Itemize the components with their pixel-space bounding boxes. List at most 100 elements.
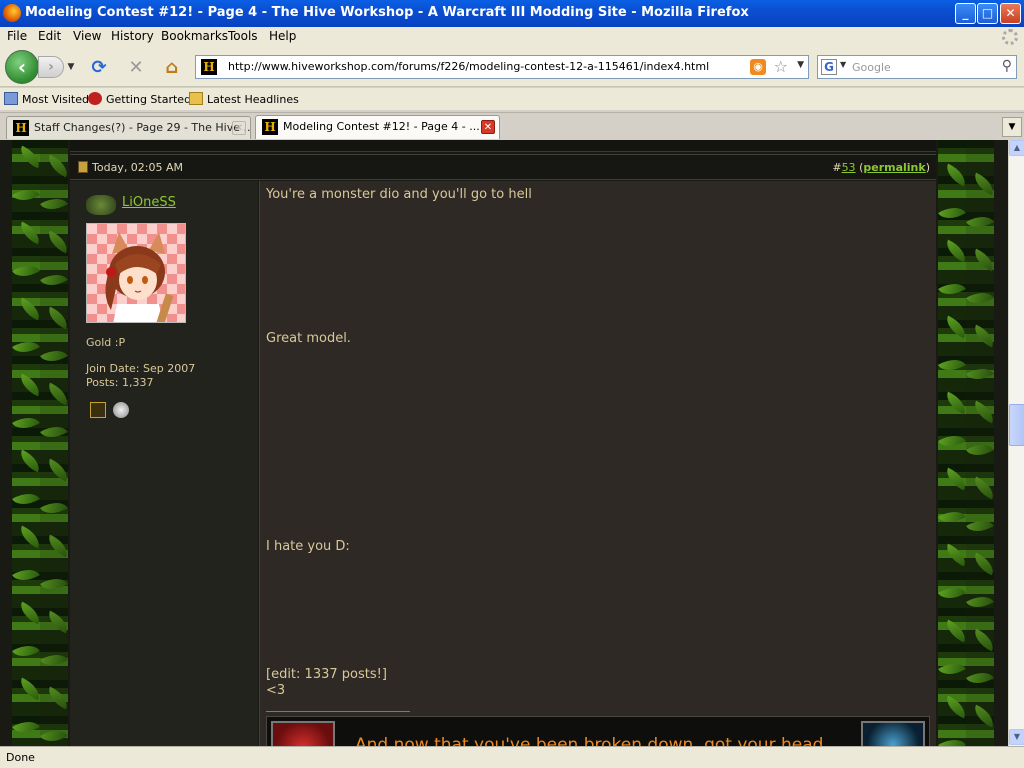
- menu-bookmarks[interactable]: Bookmarks: [161, 29, 228, 43]
- vine-leaf: [40, 191, 68, 217]
- vine-leaf: [970, 172, 998, 196]
- menu-help[interactable]: Help: [269, 29, 296, 43]
- post-date: Today, 02:05 AM: [92, 161, 184, 174]
- vine-leaf: [44, 382, 72, 406]
- post-number: #53 (permalink): [832, 161, 930, 174]
- menu-file[interactable]: File: [7, 29, 27, 43]
- tab-close-icon[interactable]: ✕: [481, 120, 495, 134]
- all-tabs-dropdown-button[interactable]: ▼: [1002, 117, 1022, 137]
- signature-text: And now that you've been broken down, go…: [355, 735, 824, 746]
- menu-bar: File Edit View History Bookmarks Tools H…: [0, 27, 1024, 47]
- vine-leaf: [938, 732, 966, 746]
- vine-leaf: [44, 306, 72, 330]
- vine-leaf: [938, 200, 966, 226]
- scroll-up-button[interactable]: ▲: [1009, 140, 1024, 156]
- tab-staff-changes[interactable]: H Staff Changes(?) - Page 29 - The Hive …: [6, 116, 251, 139]
- vine-leaf: [12, 410, 40, 436]
- close-window-button[interactable]: ✕: [1000, 3, 1021, 24]
- vine-leaf: [12, 182, 40, 208]
- vertical-scrollbar[interactable]: ▲ ▼: [1008, 140, 1024, 746]
- vine-leaf: [40, 723, 68, 746]
- menu-tools[interactable]: Tools: [228, 29, 258, 43]
- home-icon[interactable]: ⌂: [161, 57, 183, 79]
- scroll-thumb[interactable]: [1009, 404, 1024, 446]
- gem-badge-icon[interactable]: [113, 402, 129, 418]
- vine-leaf: [966, 437, 994, 463]
- search-engine-icon[interactable]: G: [821, 59, 837, 75]
- stop-icon[interactable]: ✕: [125, 57, 147, 79]
- vine-leaf: [40, 647, 68, 673]
- post-header: Today, 02:05 AM #53 (permalink): [70, 154, 936, 180]
- user-post-count: Posts: 1,337: [86, 376, 154, 389]
- live-bookmark-folder-icon: [189, 92, 203, 105]
- tab-close-icon[interactable]: ✕: [232, 121, 246, 135]
- bookmarks-toolbar: Most Visited Getting Started Latest Head…: [0, 88, 1024, 110]
- firefox-red-icon: [88, 92, 102, 105]
- avatar[interactable]: [86, 223, 186, 323]
- vine-leaf: [970, 248, 998, 272]
- address-bar[interactable]: H http://www.hiveworkshop.com/forums/f22…: [195, 55, 809, 79]
- user-rank-icon: [86, 195, 116, 215]
- back-button[interactable]: ‹: [5, 50, 39, 84]
- search-input[interactable]: Google: [852, 61, 891, 74]
- vine-leaf: [966, 513, 994, 539]
- vine-leaf: [40, 495, 68, 521]
- search-magnifier-icon[interactable]: ⚲: [1002, 58, 1012, 74]
- signature-separator: [266, 711, 410, 712]
- post-text-line: I hate you D:: [266, 539, 350, 554]
- maximize-button[interactable]: □: [977, 3, 998, 24]
- post-text-line: You're a monster dio and you'll go to he…: [266, 187, 532, 202]
- page-content: Today, 02:05 AM #53 (permalink) LiOneSS: [0, 140, 1008, 746]
- activity-throbber-icon: [1002, 29, 1018, 45]
- status-text: Done: [6, 751, 35, 764]
- menu-history[interactable]: History: [111, 29, 154, 43]
- site-favicon-icon: H: [201, 59, 217, 75]
- vine-leaf: [40, 571, 68, 597]
- star-icon[interactable]: ☆: [774, 57, 788, 76]
- post-user-info: LiOneSS Gold :P Join Date: Sep 2007 Post…: [70, 181, 258, 746]
- vine-leaf: [966, 209, 994, 235]
- user-join-date: Join Date: Sep 2007: [86, 362, 196, 375]
- vine-leaf: [44, 230, 72, 254]
- search-box[interactable]: G ▼ Google ⚲: [817, 55, 1017, 79]
- username-link[interactable]: LiOneSS: [122, 195, 176, 210]
- window-title: Modeling Contest #12! - Page 4 - The Hiv…: [25, 5, 749, 20]
- vine-leaf: [44, 154, 72, 178]
- vine-leaf: [40, 267, 68, 293]
- history-dropdown-button[interactable]: ▼: [65, 59, 77, 75]
- user-rank-title: Gold :P: [86, 336, 126, 349]
- reload-icon[interactable]: ⟳: [88, 57, 110, 79]
- status-bar: Done: [0, 746, 1024, 768]
- bookmark-latest-headlines[interactable]: Latest Headlines: [189, 92, 299, 106]
- minimize-button[interactable]: _: [955, 3, 976, 24]
- vine-leaf: [970, 704, 998, 728]
- address-dropdown-button[interactable]: ▼: [797, 60, 804, 70]
- award-badge-icon[interactable]: [90, 402, 106, 418]
- rss-icon[interactable]: ◉: [750, 59, 766, 75]
- vine-leaf: [970, 324, 998, 348]
- tab-label: Staff Changes(?) - Page 29 - The Hive ..…: [34, 121, 251, 134]
- vine-leaf: [12, 258, 40, 284]
- menu-edit[interactable]: Edit: [38, 29, 61, 43]
- scroll-down-button[interactable]: ▼: [1009, 729, 1024, 745]
- tab-strip: H Staff Changes(?) - Page 29 - The Hive …: [0, 112, 1024, 139]
- folder-icon: [4, 92, 18, 105]
- site-favicon-icon: H: [262, 119, 278, 135]
- vine-leaf: [44, 686, 72, 710]
- menu-view[interactable]: View: [73, 29, 101, 43]
- permalink-link[interactable]: permalink: [863, 161, 925, 174]
- address-url[interactable]: http://www.hiveworkshop.com/forums/f226/…: [228, 60, 709, 73]
- bookmark-getting-started[interactable]: Getting Started: [88, 92, 191, 106]
- bookmark-most-visited[interactable]: Most Visited: [4, 92, 89, 106]
- vine-leaf: [44, 534, 72, 558]
- forward-button[interactable]: ›: [38, 56, 64, 78]
- vine-leaf: [938, 580, 966, 606]
- vine-leaf: [12, 714, 40, 740]
- vine-leaf: [970, 628, 998, 652]
- forward-arrow-icon: ›: [48, 59, 54, 75]
- post-number-link[interactable]: 53: [842, 161, 856, 174]
- post-text-line: <3: [266, 683, 286, 698]
- signature-box: And now that you've been broken down, go…: [266, 716, 930, 746]
- tab-modeling-contest[interactable]: H Modeling Contest #12! - Page 4 - ... ✕: [255, 115, 500, 139]
- search-engine-dropdown[interactable]: ▼: [840, 60, 846, 69]
